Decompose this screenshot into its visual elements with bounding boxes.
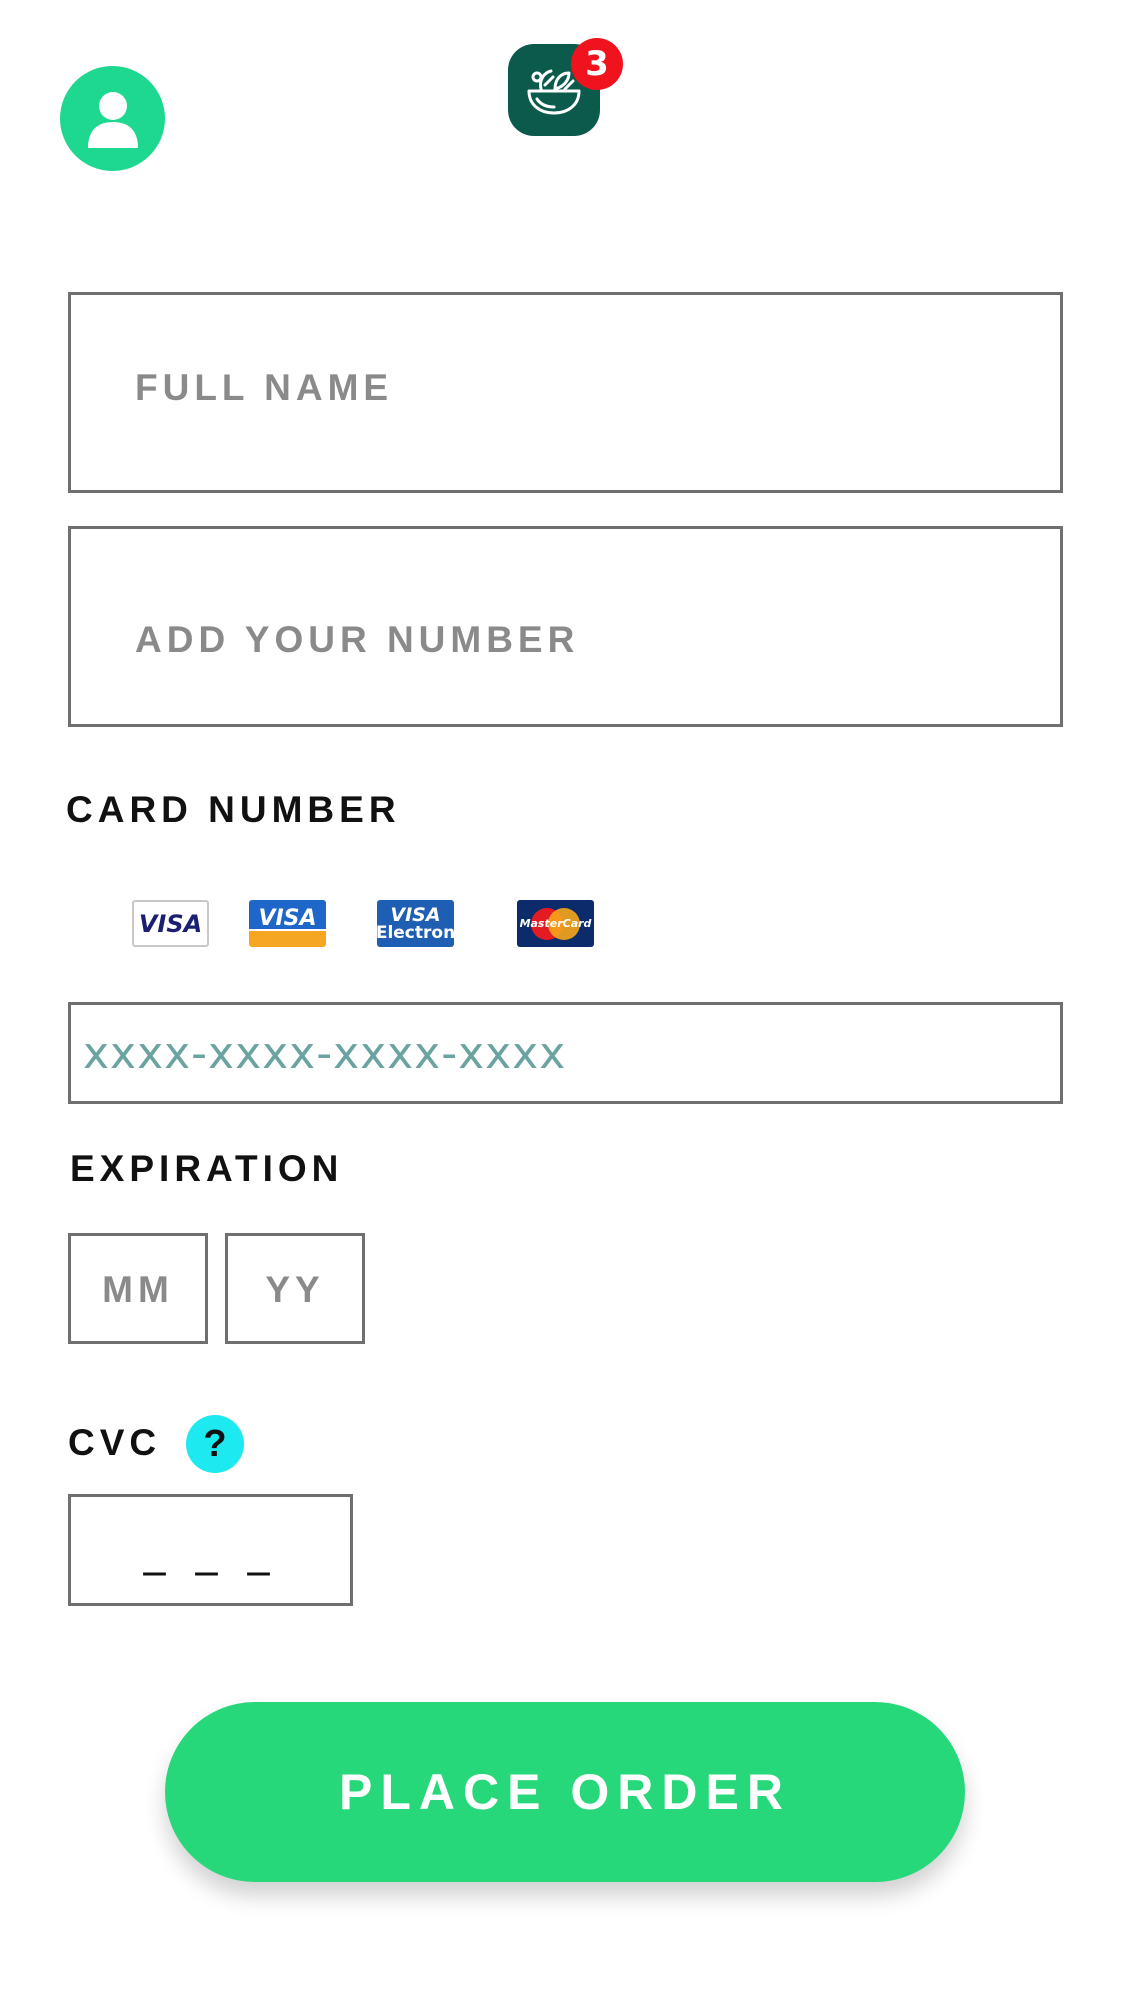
visa-logo-text: VISA — [138, 909, 203, 938]
cvc-placeholder: _ _ _ — [143, 1525, 278, 1576]
visa-logo: VISA — [132, 900, 209, 947]
expiration-month-field[interactable]: MM — [68, 1233, 208, 1344]
visa-electron-top-text: VISA — [390, 903, 441, 926]
visa-electron-bottom-text: Electron — [377, 922, 454, 943]
expiration-month-placeholder: MM — [102, 1269, 174, 1310]
phone-number-placeholder: ADD YOUR NUMBER — [135, 619, 580, 660]
full-name-placeholder: FULL NAME — [135, 367, 394, 408]
cvc-label: CVC — [68, 1422, 162, 1463]
cvc-help-button[interactable]: ? — [186, 1415, 244, 1473]
profile-avatar[interactable] — [60, 66, 165, 171]
mastercard-logo-text: MasterCard — [519, 917, 592, 930]
place-order-button[interactable]: PLACE ORDER — [165, 1702, 965, 1882]
visa-electron-logo: VISA Electron — [377, 900, 454, 947]
mastercard-logo: MasterCard — [517, 900, 594, 947]
expiration-year-field[interactable]: YY — [225, 1233, 365, 1344]
phone-number-field[interactable]: ADD YOUR NUMBER — [68, 526, 1063, 727]
user-icon — [87, 91, 138, 148]
cvc-field[interactable]: _ _ _ — [68, 1494, 353, 1606]
expiration-label: EXPIRATION — [70, 1148, 344, 1189]
visa-gold-logo: VISA — [249, 900, 326, 947]
full-name-field[interactable]: FULL NAME — [68, 292, 1063, 493]
card-number-label: CARD NUMBER — [66, 789, 401, 830]
place-order-label: PLACE ORDER — [339, 1764, 791, 1820]
expiration-year-placeholder: YY — [265, 1269, 325, 1310]
card-number-input[interactable] — [71, 1005, 1060, 1101]
card-number-field[interactable] — [68, 1002, 1063, 1104]
visa-gold-logo-text: VISA — [258, 906, 317, 931]
cart-count-badge: 3 — [571, 38, 623, 90]
